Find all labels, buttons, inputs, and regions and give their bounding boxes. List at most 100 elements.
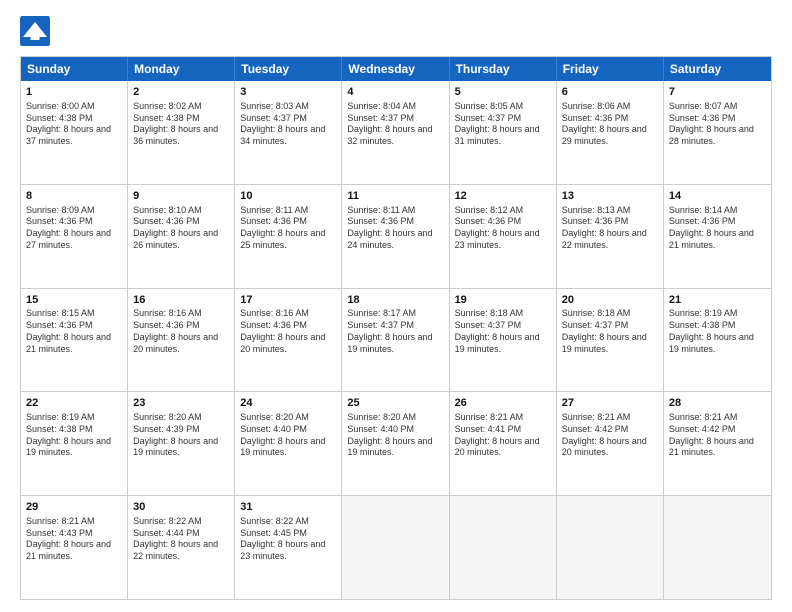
- weekday-header-tuesday: Tuesday: [235, 57, 342, 81]
- day-info: Sunrise: 8:19 AM Sunset: 4:38 PM Dayligh…: [669, 308, 766, 355]
- day-number: 30: [133, 500, 229, 515]
- calendar: SundayMondayTuesdayWednesdayThursdayFrid…: [20, 56, 772, 600]
- day-info: Sunrise: 8:21 AM Sunset: 4:43 PM Dayligh…: [26, 516, 122, 563]
- day-info: Sunrise: 8:10 AM Sunset: 4:36 PM Dayligh…: [133, 205, 229, 252]
- day-info: Sunrise: 8:18 AM Sunset: 4:37 PM Dayligh…: [455, 308, 551, 355]
- calendar-cell: 27Sunrise: 8:21 AM Sunset: 4:42 PM Dayli…: [557, 392, 664, 495]
- calendar-cell: 29Sunrise: 8:21 AM Sunset: 4:43 PM Dayli…: [21, 496, 128, 599]
- day-number: 1: [26, 85, 122, 100]
- day-number: 17: [240, 293, 336, 308]
- calendar-cell: [450, 496, 557, 599]
- day-number: 4: [347, 85, 443, 100]
- day-info: Sunrise: 8:11 AM Sunset: 4:36 PM Dayligh…: [240, 205, 336, 252]
- weekday-header-sunday: Sunday: [21, 57, 128, 81]
- day-number: 10: [240, 189, 336, 204]
- calendar-cell: 24Sunrise: 8:20 AM Sunset: 4:40 PM Dayli…: [235, 392, 342, 495]
- logo: [20, 16, 56, 46]
- calendar-cell: 19Sunrise: 8:18 AM Sunset: 4:37 PM Dayli…: [450, 289, 557, 392]
- calendar-cell: 28Sunrise: 8:21 AM Sunset: 4:42 PM Dayli…: [664, 392, 771, 495]
- day-info: Sunrise: 8:06 AM Sunset: 4:36 PM Dayligh…: [562, 101, 658, 148]
- day-number: 2: [133, 85, 229, 100]
- day-info: Sunrise: 8:18 AM Sunset: 4:37 PM Dayligh…: [562, 308, 658, 355]
- day-info: Sunrise: 8:03 AM Sunset: 4:37 PM Dayligh…: [240, 101, 336, 148]
- day-info: Sunrise: 8:21 AM Sunset: 4:42 PM Dayligh…: [562, 412, 658, 459]
- calendar-cell: 2Sunrise: 8:02 AM Sunset: 4:38 PM Daylig…: [128, 81, 235, 184]
- calendar-cell: [557, 496, 664, 599]
- calendar-cell: 18Sunrise: 8:17 AM Sunset: 4:37 PM Dayli…: [342, 289, 449, 392]
- day-number: 28: [669, 396, 766, 411]
- day-number: 14: [669, 189, 766, 204]
- day-info: Sunrise: 8:16 AM Sunset: 4:36 PM Dayligh…: [240, 308, 336, 355]
- calendar-cell: 7Sunrise: 8:07 AM Sunset: 4:36 PM Daylig…: [664, 81, 771, 184]
- day-info: Sunrise: 8:21 AM Sunset: 4:42 PM Dayligh…: [669, 412, 766, 459]
- day-info: Sunrise: 8:15 AM Sunset: 4:36 PM Dayligh…: [26, 308, 122, 355]
- calendar-cell: 1Sunrise: 8:00 AM Sunset: 4:38 PM Daylig…: [21, 81, 128, 184]
- calendar-cell: [342, 496, 449, 599]
- day-number: 16: [133, 293, 229, 308]
- calendar-cell: 17Sunrise: 8:16 AM Sunset: 4:36 PM Dayli…: [235, 289, 342, 392]
- calendar-cell: 11Sunrise: 8:11 AM Sunset: 4:36 PM Dayli…: [342, 185, 449, 288]
- day-number: 5: [455, 85, 551, 100]
- day-number: 19: [455, 293, 551, 308]
- day-info: Sunrise: 8:05 AM Sunset: 4:37 PM Dayligh…: [455, 101, 551, 148]
- calendar-cell: 4Sunrise: 8:04 AM Sunset: 4:37 PM Daylig…: [342, 81, 449, 184]
- calendar-cell: 21Sunrise: 8:19 AM Sunset: 4:38 PM Dayli…: [664, 289, 771, 392]
- calendar-cell: 23Sunrise: 8:20 AM Sunset: 4:39 PM Dayli…: [128, 392, 235, 495]
- day-number: 9: [133, 189, 229, 204]
- calendar-cell: 13Sunrise: 8:13 AM Sunset: 4:36 PM Dayli…: [557, 185, 664, 288]
- calendar-row-4: 22Sunrise: 8:19 AM Sunset: 4:38 PM Dayli…: [21, 391, 771, 495]
- day-number: 31: [240, 500, 336, 515]
- calendar-row-2: 8Sunrise: 8:09 AM Sunset: 4:36 PM Daylig…: [21, 184, 771, 288]
- day-number: 13: [562, 189, 658, 204]
- calendar-cell: 22Sunrise: 8:19 AM Sunset: 4:38 PM Dayli…: [21, 392, 128, 495]
- day-number: 25: [347, 396, 443, 411]
- day-info: Sunrise: 8:04 AM Sunset: 4:37 PM Dayligh…: [347, 101, 443, 148]
- calendar-row-5: 29Sunrise: 8:21 AM Sunset: 4:43 PM Dayli…: [21, 495, 771, 599]
- day-number: 23: [133, 396, 229, 411]
- calendar-cell: 5Sunrise: 8:05 AM Sunset: 4:37 PM Daylig…: [450, 81, 557, 184]
- weekday-header-thursday: Thursday: [450, 57, 557, 81]
- day-number: 29: [26, 500, 122, 515]
- calendar-row-1: 1Sunrise: 8:00 AM Sunset: 4:38 PM Daylig…: [21, 81, 771, 184]
- day-info: Sunrise: 8:14 AM Sunset: 4:36 PM Dayligh…: [669, 205, 766, 252]
- calendar-cell: 16Sunrise: 8:16 AM Sunset: 4:36 PM Dayli…: [128, 289, 235, 392]
- day-info: Sunrise: 8:02 AM Sunset: 4:38 PM Dayligh…: [133, 101, 229, 148]
- day-info: Sunrise: 8:09 AM Sunset: 4:36 PM Dayligh…: [26, 205, 122, 252]
- calendar-cell: 9Sunrise: 8:10 AM Sunset: 4:36 PM Daylig…: [128, 185, 235, 288]
- day-number: 15: [26, 293, 122, 308]
- day-info: Sunrise: 8:20 AM Sunset: 4:40 PM Dayligh…: [240, 412, 336, 459]
- day-info: Sunrise: 8:00 AM Sunset: 4:38 PM Dayligh…: [26, 101, 122, 148]
- day-number: 21: [669, 293, 766, 308]
- calendar-cell: 6Sunrise: 8:06 AM Sunset: 4:36 PM Daylig…: [557, 81, 664, 184]
- logo-icon: [20, 16, 50, 46]
- calendar-cell: 26Sunrise: 8:21 AM Sunset: 4:41 PM Dayli…: [450, 392, 557, 495]
- calendar-cell: 14Sunrise: 8:14 AM Sunset: 4:36 PM Dayli…: [664, 185, 771, 288]
- day-number: 27: [562, 396, 658, 411]
- day-info: Sunrise: 8:16 AM Sunset: 4:36 PM Dayligh…: [133, 308, 229, 355]
- calendar-body: 1Sunrise: 8:00 AM Sunset: 4:38 PM Daylig…: [21, 81, 771, 599]
- day-number: 3: [240, 85, 336, 100]
- day-number: 20: [562, 293, 658, 308]
- day-info: Sunrise: 8:07 AM Sunset: 4:36 PM Dayligh…: [669, 101, 766, 148]
- day-info: Sunrise: 8:22 AM Sunset: 4:45 PM Dayligh…: [240, 516, 336, 563]
- day-number: 8: [26, 189, 122, 204]
- day-number: 7: [669, 85, 766, 100]
- calendar-cell: 12Sunrise: 8:12 AM Sunset: 4:36 PM Dayli…: [450, 185, 557, 288]
- day-number: 24: [240, 396, 336, 411]
- day-number: 12: [455, 189, 551, 204]
- calendar-header: SundayMondayTuesdayWednesdayThursdayFrid…: [21, 57, 771, 81]
- day-info: Sunrise: 8:22 AM Sunset: 4:44 PM Dayligh…: [133, 516, 229, 563]
- weekday-header-saturday: Saturday: [664, 57, 771, 81]
- day-info: Sunrise: 8:11 AM Sunset: 4:36 PM Dayligh…: [347, 205, 443, 252]
- weekday-header-monday: Monday: [128, 57, 235, 81]
- day-number: 22: [26, 396, 122, 411]
- calendar-cell: 30Sunrise: 8:22 AM Sunset: 4:44 PM Dayli…: [128, 496, 235, 599]
- day-info: Sunrise: 8:12 AM Sunset: 4:36 PM Dayligh…: [455, 205, 551, 252]
- calendar-cell: [664, 496, 771, 599]
- calendar-cell: 31Sunrise: 8:22 AM Sunset: 4:45 PM Dayli…: [235, 496, 342, 599]
- day-number: 6: [562, 85, 658, 100]
- calendar-cell: 10Sunrise: 8:11 AM Sunset: 4:36 PM Dayli…: [235, 185, 342, 288]
- day-info: Sunrise: 8:17 AM Sunset: 4:37 PM Dayligh…: [347, 308, 443, 355]
- calendar-cell: 8Sunrise: 8:09 AM Sunset: 4:36 PM Daylig…: [21, 185, 128, 288]
- day-info: Sunrise: 8:13 AM Sunset: 4:36 PM Dayligh…: [562, 205, 658, 252]
